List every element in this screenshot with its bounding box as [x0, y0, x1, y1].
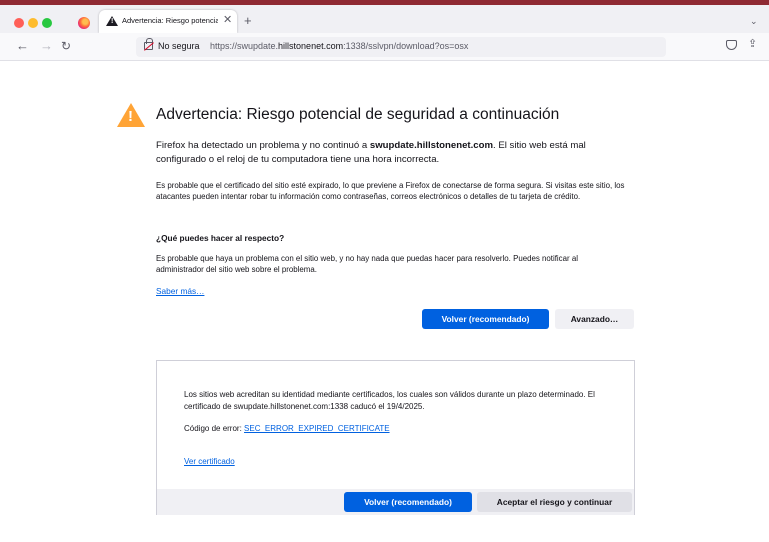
url-domain: hillstonenet.com [278, 41, 344, 51]
intro-text-before: Firefox ha detectado un problema y no co… [156, 140, 370, 151]
advanced-paragraph: Los sitios web acreditan su identidad me… [184, 390, 595, 411]
advanced-footer: Volver (recomendado) Aceptar el riesgo y… [157, 489, 634, 515]
error-code-line: Código de error: SEC_ERROR_EXPIRED_CERTI… [184, 424, 390, 433]
firefox-icon[interactable] [78, 17, 90, 29]
share-icon[interactable]: ⇪ [748, 39, 757, 50]
warning-icon: ! [117, 103, 145, 127]
error-code-label: Código de error: [184, 424, 245, 433]
warning-triangle-icon [106, 16, 118, 26]
navigation-bar: ← → ↻ No segura https://swupdate.hillsto… [0, 33, 769, 61]
go-back-button[interactable]: Volver (recomendado) [422, 309, 549, 329]
expired-cert-paragraph: Es probable que el certificado del sitio… [156, 181, 625, 201]
close-tab-icon[interactable]: ✕ [223, 13, 232, 26]
intro-paragraph: Firefox ha detectado un problema y no co… [156, 139, 636, 167]
reload-icon[interactable]: ↻ [61, 40, 71, 52]
page-title: Advertencia: Riesgo potencial de segurid… [156, 106, 560, 123]
back-arrow-icon[interactable]: ← [16, 39, 29, 52]
go-back-button-advanced[interactable]: Volver (recomendado) [344, 492, 472, 512]
learn-more-link[interactable]: Saber más… [156, 286, 204, 296]
url-bar[interactable]: No segura https://swupdate.hillstonenet.… [136, 37, 666, 57]
tab-bar: Advertencia: Riesgo potencial d ✕ + ⌄ [0, 5, 769, 33]
url-suffix: :1338/sslvpn/download?os=osx [343, 41, 469, 51]
new-tab-button[interactable]: + [244, 14, 252, 27]
minimize-window-button[interactable] [28, 18, 38, 28]
forward-arrow-icon[interactable]: → [40, 39, 53, 52]
close-window-button[interactable] [14, 18, 24, 28]
tab-warning[interactable]: Advertencia: Riesgo potencial d ✕ [99, 10, 237, 33]
pocket-icon[interactable] [726, 40, 737, 50]
accept-risk-button[interactable]: Aceptar el riesgo y continuar [477, 492, 632, 512]
what-can-you-do-paragraph: Es probable que haya un problema con el … [156, 254, 578, 274]
error-code-link[interactable]: SEC_ERROR_EXPIRED_CERTIFICATE [244, 424, 390, 433]
security-label[interactable]: No segura [158, 41, 200, 51]
tab-title: Advertencia: Riesgo potencial d [122, 16, 218, 25]
insecure-lock-icon[interactable] [144, 38, 153, 50]
advanced-button[interactable]: Avanzado… [555, 309, 634, 329]
view-certificate-link[interactable]: Ver certificado [184, 457, 235, 466]
what-can-you-do-heading: ¿Qué puedes hacer al respecto? [156, 233, 285, 243]
tab-list-chevron-icon[interactable]: ⌄ [750, 16, 758, 27]
intro-host: swupdate.hillstonenet.com [369, 140, 494, 151]
url-prefix: https://swupdate. [210, 41, 279, 51]
advanced-panel: Los sitios web acreditan su identidad me… [156, 360, 635, 515]
maximize-window-button[interactable] [42, 18, 52, 28]
url-text[interactable]: https://swupdate.hillstonenet.com:1338/s… [210, 41, 468, 51]
